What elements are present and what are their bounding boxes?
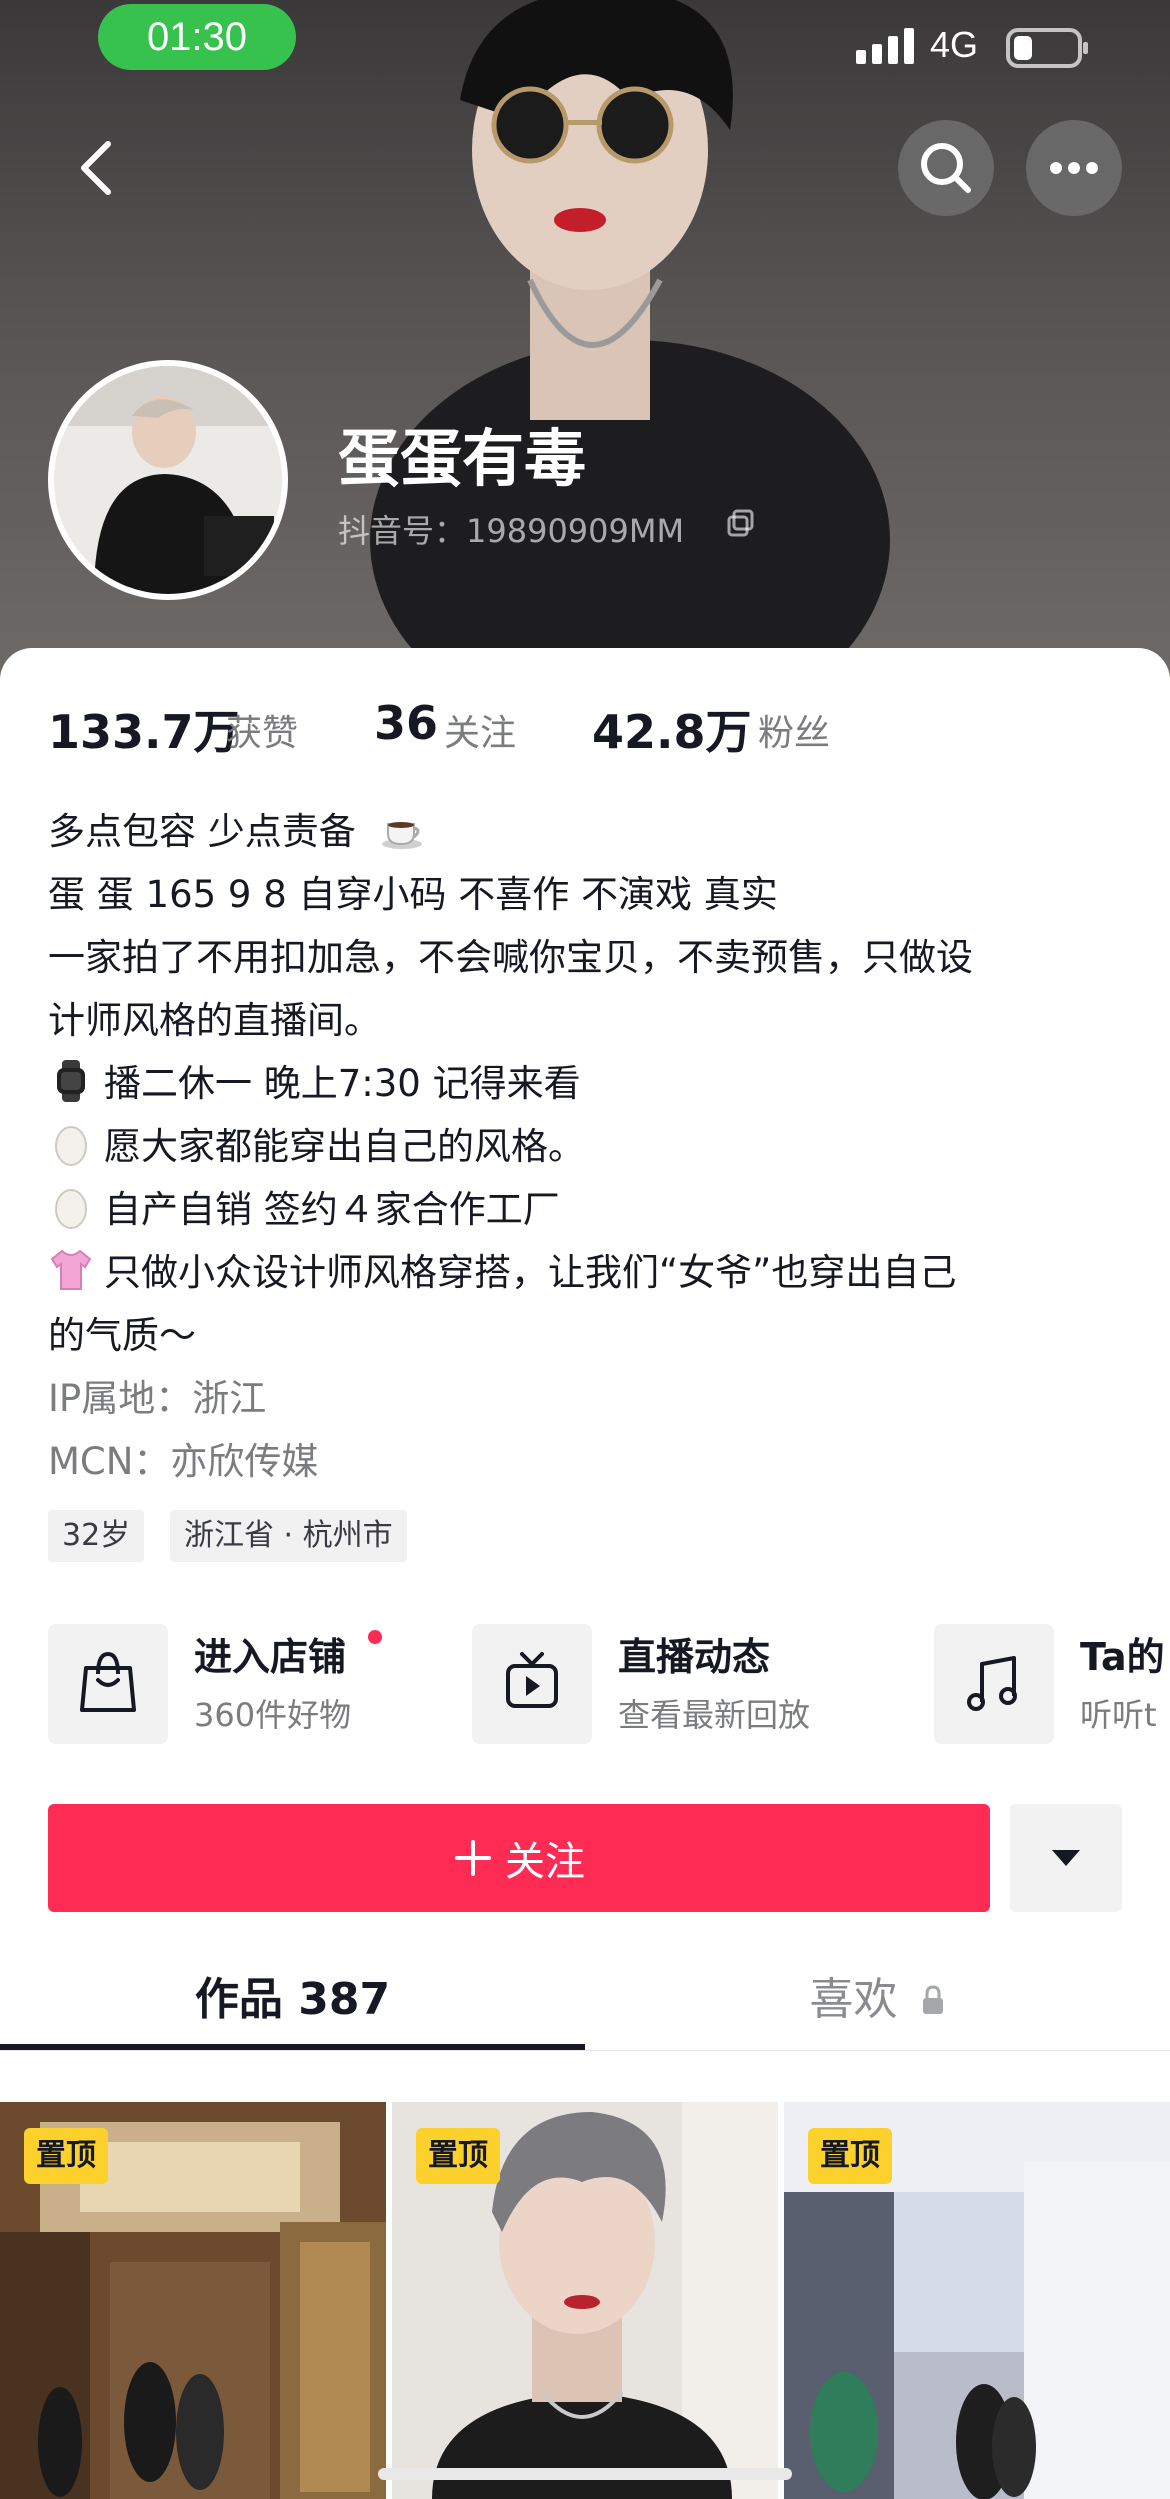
banner-photo [370, 0, 890, 700]
mcn-info: MCN：亦欣传媒 [48, 1440, 319, 1483]
watch-icon [57, 1060, 85, 1102]
bio-text: 播二休一 晚上7:30 记得来看 [104, 1062, 581, 1105]
likes-label: 获赞 [226, 713, 299, 754]
status-time: 01:30 [98, 4, 296, 70]
live-tv-icon [506, 1652, 558, 1708]
blouse-icon [50, 1249, 92, 1290]
profile-card: 133.7万 获赞 36 关注 42.8万 粉丝 多点包容 少点责备 蛋 蛋 1… [0, 648, 1170, 2499]
shop-entry[interactable] [48, 1624, 168, 1744]
bio-line: 自产自销 签约４家合作工厂 [48, 1178, 1128, 1241]
shop-entry-subtitle[interactable]: 360件好物 [194, 1690, 351, 1736]
profile-tabs: 作品 387 喜欢 [0, 1960, 1170, 2051]
lock-icon [922, 1985, 943, 2014]
more-options-button[interactable] [1026, 120, 1122, 216]
pinned-badge: 置顶 [416, 2128, 500, 2184]
bio-text: 愿大家都能穿出自己的风格。 [104, 1125, 585, 1168]
shopping-bag-icon [80, 1651, 136, 1712]
pinned-badge: 置顶 [808, 2128, 892, 2184]
bio-line: 多点包容 少点责备 [48, 800, 1128, 863]
bio-line: 播二休一 晚上7:30 记得来看 [48, 1052, 1128, 1115]
following-label[interactable]: 关注 [444, 704, 516, 756]
profile-nickname: 蛋蛋有毒 [338, 422, 587, 495]
age-tag: 32岁 [48, 1510, 145, 1562]
bio-line: 愿大家都能穿出自己的风格。 [48, 1115, 1128, 1178]
video-thumbnail[interactable]: 置顶 [392, 2102, 778, 2499]
video-thumbnail[interactable]: 置顶 [0, 2102, 386, 2499]
ip-location: IP属地：浙江 [48, 1377, 267, 1420]
follow-button-label: 关注 [505, 1839, 585, 1885]
bio-line: 蛋 蛋 165 9 8 自穿小码 不喜作 不演戏 真实 [48, 873, 778, 916]
bio-line: 计师风格的直播间。 [48, 999, 381, 1042]
egg-icon [55, 1126, 87, 1166]
profile-bio: 多点包容 少点责备 蛋 蛋 165 9 8 自穿小码 不喜作 不演戏 真实 一家… [48, 800, 1128, 1493]
search-icon [921, 143, 971, 193]
egg-icon [55, 1189, 87, 1229]
plus-icon [455, 1840, 491, 1876]
bio-text: 多点包容 少点责备 [48, 810, 356, 853]
home-indicator [378, 2468, 792, 2480]
pinned-badge: 置顶 [24, 2128, 108, 2184]
battery-icon [1006, 28, 1088, 68]
follow-button[interactable]: 关注 [48, 1804, 990, 1912]
likes-count: 133.7万 [48, 705, 240, 759]
avatar-photo [54, 366, 282, 594]
recommend-dropdown-button[interactable] [1010, 1804, 1122, 1912]
music-entry-title[interactable]: Ta的 [1080, 1626, 1165, 1681]
video-grid: 置顶 置顶 置顶 [0, 2102, 1170, 2499]
back-button[interactable] [70, 136, 126, 200]
music-note-icon [967, 1656, 1017, 1711]
bio-line: 只做小众设计师风格穿搭，让我们“女爷”也穿出自己 [48, 1241, 1128, 1304]
search-button[interactable] [898, 120, 994, 216]
coffee-cup-icon [381, 822, 422, 849]
music-entry-subtitle[interactable]: 听听t [1080, 1690, 1157, 1736]
bio-text: 只做小众设计师风格穿搭，让我们“女爷”也穿出自己 [104, 1251, 957, 1294]
active-tab-indicator [0, 2044, 585, 2050]
bio-line: 的气质～ [48, 1314, 196, 1357]
copy-icon[interactable] [726, 508, 756, 538]
bio-line: 一家拍了不用扣加急，不会喊你宝贝，不卖预售，只做设 [48, 936, 973, 979]
profile-entries: 进入店铺 360件好物 直播动态 查看最新回放 Ta的 听听t [48, 1624, 1170, 1744]
bio-text: 自产自销 签约４家合作工厂 [104, 1188, 560, 1231]
notification-dot [368, 1630, 382, 1644]
location-tag: 浙江省 · 杭州市 [170, 1510, 407, 1562]
live-entry-subtitle[interactable]: 查看最新回放 [618, 1690, 810, 1736]
tab-works[interactable]: 作品 387 [0, 1960, 585, 2050]
avatar[interactable] [48, 360, 288, 600]
network-type: 4G [930, 24, 979, 65]
caret-down-icon [1052, 1850, 1080, 1866]
more-dots-icon [1050, 162, 1098, 174]
tab-likes[interactable]: 喜欢 [585, 1960, 1170, 2050]
profile-banner: 01:30 4G 蛋蛋有毒 抖音号：19890909MM [0, 0, 1170, 700]
profile-stats: 133.7万 获赞 36 关注 42.8万 粉丝 [48, 696, 1128, 759]
shop-entry-title[interactable]: 进入店铺 [194, 1626, 346, 1681]
music-entry[interactable] [934, 1624, 1054, 1744]
live-entry[interactable] [472, 1624, 592, 1744]
followers-count[interactable]: 42.8万 [592, 696, 752, 762]
followers-label[interactable]: 粉丝 [758, 704, 830, 756]
cellular-signal-icon [856, 28, 914, 64]
following-count[interactable]: 36 [374, 696, 438, 750]
tab-likes-label: 喜欢 [809, 1974, 898, 2025]
live-entry-title[interactable]: 直播动态 [618, 1626, 770, 1681]
video-thumbnail[interactable]: 置顶 [784, 2102, 1170, 2499]
account-id: 抖音号：19890909MM [338, 512, 685, 550]
